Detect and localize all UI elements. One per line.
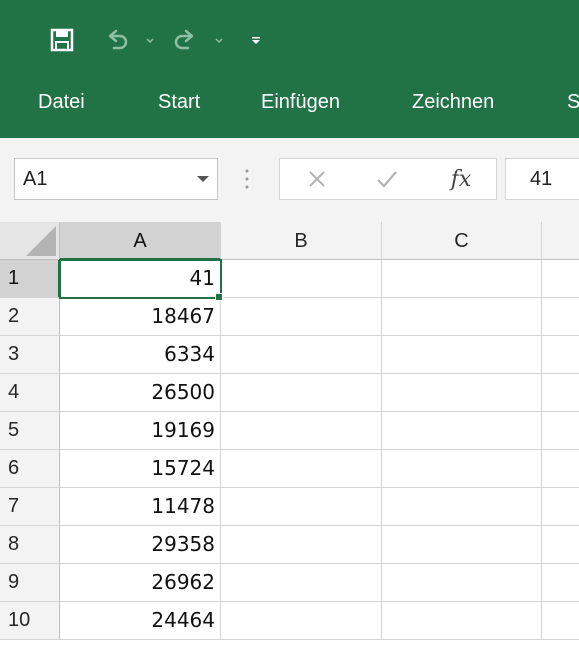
redo-dropdown[interactable] xyxy=(212,24,226,56)
cell-a[interactable]: 26500 xyxy=(60,374,221,412)
cell-b[interactable] xyxy=(221,260,382,298)
cell-c[interactable] xyxy=(382,450,542,488)
tab-start[interactable]: Start xyxy=(158,80,200,124)
column-header-d[interactable] xyxy=(542,222,579,260)
cell-b[interactable] xyxy=(221,450,382,488)
column-header-a[interactable]: A xyxy=(60,222,221,260)
cell-b[interactable] xyxy=(221,374,382,412)
chevron-down-icon xyxy=(146,38,154,44)
ribbon: Datei Start Einfügen Zeichnen S xyxy=(0,0,579,138)
cell-b[interactable] xyxy=(221,412,382,450)
cell-b[interactable] xyxy=(221,336,382,374)
cell-b[interactable] xyxy=(221,526,382,564)
chevron-down-icon xyxy=(197,176,209,182)
name-box-value: A1 xyxy=(23,168,48,190)
cell-d[interactable] xyxy=(542,260,579,298)
row-header[interactable]: 1 xyxy=(0,260,60,298)
undo-dropdown[interactable] xyxy=(143,24,157,56)
insert-function-button[interactable]: fx xyxy=(444,159,478,199)
row-header[interactable]: 10 xyxy=(0,602,60,640)
row-header[interactable]: 6 xyxy=(0,450,60,488)
chevron-down-icon xyxy=(215,38,223,44)
cell-b[interactable] xyxy=(221,564,382,602)
worksheet-grid: A B C 1 41 2 18467 3 6334 4 26500 5 19169 6 15724 7 1… xyxy=(0,222,579,650)
redo-button[interactable] xyxy=(170,24,200,56)
cell-a[interactable]: 26962 xyxy=(60,564,221,602)
save-button[interactable] xyxy=(46,24,78,56)
undo-icon xyxy=(108,29,128,50)
row-header[interactable]: 2 xyxy=(0,298,60,336)
row-header[interactable]: 4 xyxy=(0,374,60,412)
formula-buttons: fx xyxy=(279,158,497,200)
drag-handle-icon xyxy=(245,169,249,189)
excel-window: Datei Start Einfügen Zeichnen S A1 fx 41… xyxy=(0,0,579,650)
cancel-button[interactable] xyxy=(302,159,332,199)
formula-value: 41 xyxy=(530,168,553,190)
cell-c[interactable] xyxy=(382,298,542,336)
cell-d[interactable] xyxy=(542,336,579,374)
cell-d[interactable] xyxy=(542,374,579,412)
cell-a[interactable]: 11478 xyxy=(60,488,221,526)
customize-icon xyxy=(252,37,260,44)
cell-c[interactable] xyxy=(382,564,542,602)
cell-c[interactable] xyxy=(382,526,542,564)
customize-toolbar-button[interactable] xyxy=(246,24,266,56)
cancel-icon xyxy=(309,171,325,187)
row-header[interactable]: 3 xyxy=(0,336,60,374)
row-header[interactable]: 8 xyxy=(0,526,60,564)
cell-b[interactable] xyxy=(221,602,382,640)
tab-next[interactable]: S xyxy=(567,80,579,124)
cell-d[interactable] xyxy=(542,450,579,488)
cell-a[interactable]: 41 xyxy=(60,260,221,298)
cell-d[interactable] xyxy=(542,526,579,564)
enter-icon xyxy=(377,171,397,188)
cell-c[interactable] xyxy=(382,336,542,374)
select-all-icon xyxy=(26,226,56,256)
cell-a[interactable]: 24464 xyxy=(60,602,221,640)
tab-zeichnen[interactable]: Zeichnen xyxy=(412,80,494,124)
row-header[interactable]: 9 xyxy=(0,564,60,602)
name-box-dropdown[interactable] xyxy=(193,159,213,199)
cell-a[interactable]: 15724 xyxy=(60,450,221,488)
formula-input[interactable]: 41 xyxy=(505,158,579,200)
cell-d[interactable] xyxy=(542,412,579,450)
cell-d[interactable] xyxy=(542,602,579,640)
column-header-c[interactable]: C xyxy=(382,222,542,260)
cell-d[interactable] xyxy=(542,298,579,336)
cell-c[interactable] xyxy=(382,602,542,640)
cell-b[interactable] xyxy=(221,298,382,336)
cell-a[interactable]: 19169 xyxy=(60,412,221,450)
cell-b[interactable] xyxy=(221,488,382,526)
select-all-button[interactable] xyxy=(0,222,60,260)
cell-a[interactable]: 29358 xyxy=(60,526,221,564)
fx-icon: fx xyxy=(450,166,472,192)
cell-c[interactable] xyxy=(382,488,542,526)
quick-access-toolbar xyxy=(0,0,579,80)
cell-d[interactable] xyxy=(542,488,579,526)
cell-a[interactable]: 18467 xyxy=(60,298,221,336)
cell-a[interactable]: 6334 xyxy=(60,336,221,374)
cell-c[interactable] xyxy=(382,260,542,298)
formula-bar-splitter[interactable] xyxy=(244,164,250,194)
row-header[interactable]: 7 xyxy=(0,488,60,526)
cell-c[interactable] xyxy=(382,374,542,412)
tab-datei[interactable]: Datei xyxy=(38,80,85,124)
redo-icon xyxy=(174,29,194,50)
formula-bar-area: A1 fx 41 xyxy=(0,138,579,222)
fill-handle[interactable] xyxy=(215,293,223,301)
cell-c[interactable] xyxy=(382,412,542,450)
undo-button[interactable] xyxy=(102,24,132,56)
ribbon-tabs: Datei Start Einfügen Zeichnen S xyxy=(0,80,579,124)
save-icon xyxy=(50,28,74,52)
column-header-b[interactable]: B xyxy=(221,222,382,260)
cell-d[interactable] xyxy=(542,564,579,602)
tab-einfuegen[interactable]: Einfügen xyxy=(261,80,340,124)
name-box[interactable]: A1 xyxy=(14,158,218,200)
row-header[interactable]: 5 xyxy=(0,412,60,450)
enter-button[interactable] xyxy=(372,159,402,199)
